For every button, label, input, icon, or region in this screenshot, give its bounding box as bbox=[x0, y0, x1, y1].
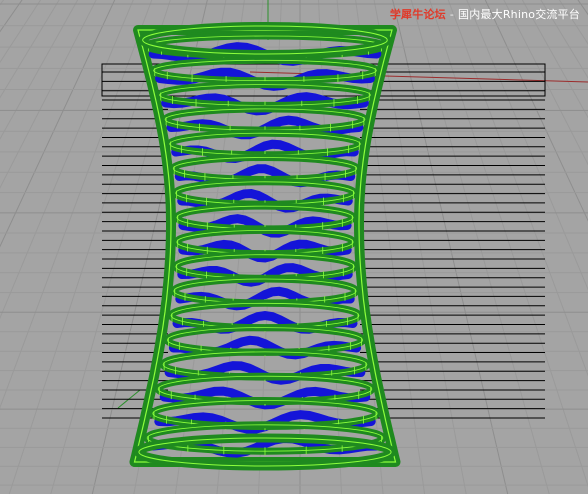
perspective-viewport[interactable]: 学犀牛论坛 - 国内最大Rhino交流平台 bbox=[0, 0, 588, 494]
forum-watermark: 学犀牛论坛 - 国内最大Rhino交流平台 bbox=[390, 6, 580, 22]
watermark-site-name: 学犀牛论坛 bbox=[389, 8, 446, 21]
rhino-vase-model[interactable] bbox=[0, 0, 588, 494]
watermark-separator: - bbox=[449, 8, 455, 21]
watermark-tagline: 国内最大Rhino交流平台 bbox=[458, 8, 580, 21]
